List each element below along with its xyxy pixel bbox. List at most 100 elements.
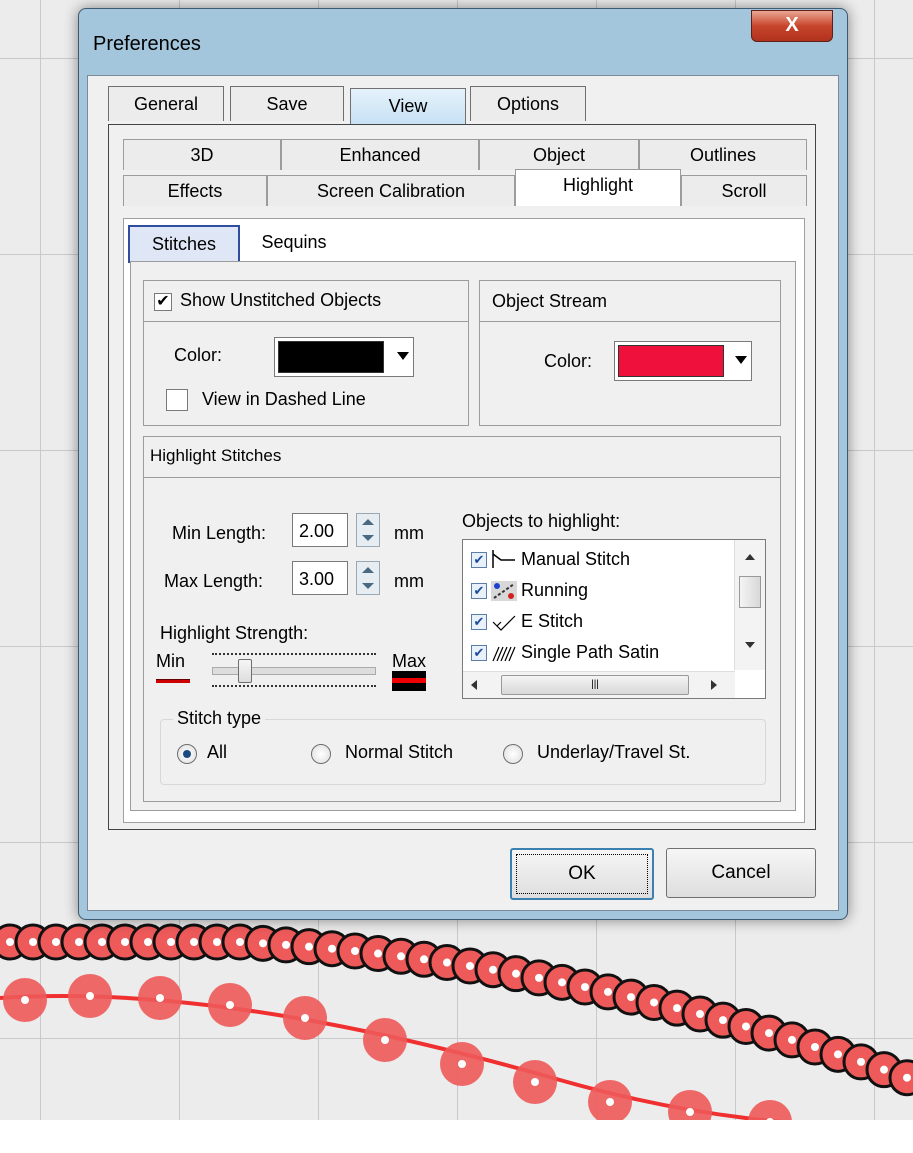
- sequin: [259, 939, 267, 948]
- min-length-unit: mm: [394, 523, 424, 543]
- highlight-stitches-header: Highlight Stitches: [144, 437, 780, 478]
- radio-underlay-travel[interactable]: [503, 744, 523, 764]
- single-path-satin-checkbox[interactable]: ✔: [471, 645, 487, 662]
- object-stream-color-label: Color:: [544, 351, 593, 371]
- unstitched-color-dropdown[interactable]: [274, 337, 414, 377]
- list-item-label: Running: [521, 580, 589, 600]
- objects-listbox[interactable]: ✔ Manual Stitch ✔ Running ✔ E Stitch ✔ Singl…: [462, 539, 766, 699]
- sequin: [686, 1108, 694, 1116]
- tab-view[interactable]: View: [350, 88, 466, 125]
- list-item-label: Single Path Satin: [521, 642, 660, 662]
- manual-stitch-checkbox[interactable]: ✔: [471, 552, 487, 569]
- dashed-line-checkbox[interactable]: [166, 389, 188, 411]
- manual-stitch-icon: [492, 550, 515, 569]
- show-unstitched-checkbox[interactable]: ✔: [154, 293, 172, 311]
- object-stream-color-dropdown[interactable]: [614, 341, 752, 381]
- tab-stitches[interactable]: Stitches: [128, 225, 240, 263]
- sequin: [21, 996, 29, 1004]
- scroll-left-icon[interactable]: [471, 680, 477, 690]
- sequin: [86, 992, 94, 1000]
- sequin: [788, 1035, 796, 1044]
- sequin: [535, 973, 543, 982]
- max-length-label: Max Length:: [164, 571, 264, 591]
- radio-all[interactable]: [177, 744, 197, 764]
- sequin: [236, 938, 244, 946]
- tab-highlight[interactable]: Highlight: [515, 169, 681, 206]
- stitch-preview: [0, 923, 913, 1120]
- tab-screen-calibration[interactable]: Screen Calibration: [267, 175, 515, 206]
- sequin: [443, 958, 451, 967]
- sequin: [857, 1057, 865, 1066]
- tab-effects[interactable]: Effects: [123, 175, 267, 206]
- sequin: [458, 1060, 466, 1068]
- tab-sequins[interactable]: Sequins: [244, 225, 344, 259]
- scroll-down-icon[interactable]: [745, 642, 755, 648]
- min-length-label: Min Length:: [172, 523, 267, 543]
- strength-max-label: Max: [392, 651, 427, 671]
- sequin: [420, 955, 428, 964]
- close-button[interactable]: X: [751, 10, 833, 42]
- sequin: [880, 1065, 888, 1074]
- min-length-spinner[interactable]: [356, 513, 380, 547]
- highlight-stitches-group: Highlight Stitches Min Length: 2.00 mm M…: [143, 436, 781, 802]
- sequin: [98, 938, 106, 946]
- sequin: [604, 987, 612, 996]
- tab-options[interactable]: Options: [470, 86, 586, 121]
- max-strength-swatch: [392, 671, 426, 691]
- sequin: [29, 938, 37, 946]
- ok-button[interactable]: OK: [510, 848, 654, 900]
- sequin: [673, 1004, 681, 1013]
- list-item[interactable]: ✔ Manual Stitch: [471, 544, 630, 574]
- running-checkbox[interactable]: ✔: [471, 583, 487, 600]
- object-stream-group: Object Stream Color:: [479, 280, 781, 426]
- view-tab-page: 3D Enhanced Object Outlines Effects Scre…: [108, 124, 816, 830]
- sequin: [512, 969, 520, 978]
- max-length-input[interactable]: 3.00: [292, 561, 348, 595]
- stitch-type-label: Stitch type: [173, 708, 266, 729]
- sequin: [606, 1098, 614, 1106]
- scroll-right-icon[interactable]: [711, 680, 717, 690]
- object-stream-title: Object Stream: [492, 291, 608, 311]
- chevron-down-icon: [735, 356, 747, 364]
- strength-slider[interactable]: [212, 649, 376, 691]
- list-item-label: E Stitch: [521, 611, 584, 631]
- vertical-scroll-thumb[interactable]: [739, 576, 761, 608]
- list-item[interactable]: ✔ Single Path Satin: [471, 637, 659, 667]
- tab-save[interactable]: Save: [230, 86, 344, 121]
- show-unstitched-label: Show Unstitched Objects: [180, 290, 382, 310]
- strength-slider-thumb[interactable]: [238, 659, 252, 683]
- sequin: [190, 938, 198, 946]
- sequin: [374, 949, 382, 958]
- tab-3d[interactable]: 3D: [123, 139, 281, 170]
- sequin: [696, 1010, 704, 1018]
- sequin: [765, 1029, 773, 1038]
- e-stitch-checkbox[interactable]: ✔: [471, 614, 487, 631]
- list-item[interactable]: ✔ E Stitch: [471, 606, 583, 636]
- max-length-spinner[interactable]: [356, 561, 380, 595]
- objects-to-highlight-label: Objects to highlight:: [462, 511, 621, 531]
- tab-scroll[interactable]: Scroll: [681, 175, 807, 206]
- cancel-button[interactable]: Cancel: [666, 848, 816, 898]
- sequin: [558, 978, 566, 987]
- sequin: [748, 1100, 792, 1120]
- sequin: [167, 938, 175, 946]
- horizontal-scroll-thumb[interactable]: |||: [501, 675, 689, 695]
- scroll-up-icon[interactable]: [745, 554, 755, 560]
- tab-outlines[interactable]: Outlines: [639, 139, 807, 170]
- sequin: [811, 1043, 819, 1051]
- tab-object[interactable]: Object: [479, 139, 639, 170]
- chevron-down-icon: [397, 352, 409, 360]
- dashed-line-label: View in Dashed Line: [202, 389, 366, 409]
- tab-enhanced[interactable]: Enhanced: [281, 139, 479, 170]
- sequin: [301, 1014, 309, 1022]
- object-stream-header: Object Stream: [480, 281, 780, 322]
- list-item[interactable]: ✔ Running: [471, 575, 588, 605]
- radio-normal-stitch[interactable]: [311, 744, 331, 764]
- sequin: [466, 962, 474, 970]
- dialog-body: General Save View Options 3D Enhanced Ob…: [87, 75, 839, 911]
- listbox-vertical-scrollbar[interactable]: [734, 540, 765, 670]
- listbox-horizontal-scrollbar[interactable]: |||: [463, 671, 735, 698]
- min-length-input[interactable]: 2.00: [292, 513, 348, 547]
- tab-general[interactable]: General: [108, 86, 224, 121]
- sequin: [226, 1001, 234, 1009]
